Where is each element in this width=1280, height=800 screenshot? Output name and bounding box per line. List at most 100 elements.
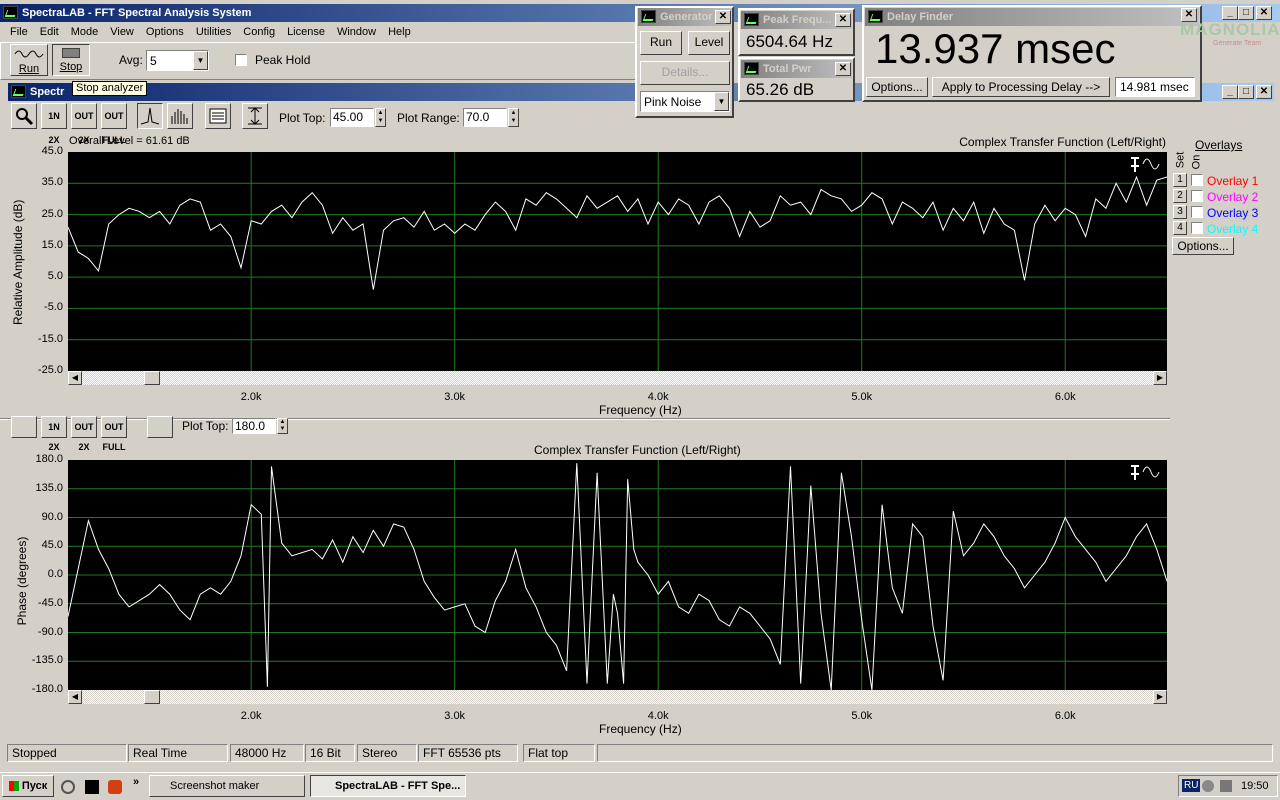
phase-plot[interactable] [68, 460, 1167, 690]
quicklaunch-more-icon[interactable]: » [133, 776, 139, 788]
phase-zoom-out-full-icon[interactable]: OUT FULL [101, 416, 127, 452]
overlay-set-button-1[interactable]: 1 [1173, 173, 1187, 187]
overlay-label-1: Overlay 1 [1207, 174, 1259, 188]
overlay-on-checkbox-3[interactable] [1191, 206, 1203, 218]
menu-item-view[interactable]: View [104, 23, 140, 41]
scroll-left-arrow-icon[interactable]: ◀ [68, 371, 82, 385]
vertical-scale-icon[interactable] [242, 103, 268, 129]
stop-button[interactable]: Stop [52, 44, 90, 76]
menu-item-config[interactable]: Config [237, 23, 281, 41]
overall-level-label: Overall Level = 61.61 dB [69, 135, 190, 147]
language-indicator[interactable]: RU [1182, 779, 1201, 792]
menu-item-utilities[interactable]: Utilities [190, 23, 237, 41]
phase-zoom-in-2x-icon[interactable]: 1N 2X [41, 416, 67, 452]
overlays-options-button[interactable]: Options... [1172, 237, 1234, 255]
delay-field[interactable]: 14.981 msec [1115, 77, 1195, 97]
generator-close-button[interactable]: ✕ [715, 10, 731, 24]
delay-value: 13.937 msec [875, 25, 1116, 72]
plot-range-spinner[interactable]: ▲ ▼ [508, 108, 519, 127]
menu-item-edit[interactable]: Edit [34, 23, 65, 41]
zoom-in-2x-icon[interactable]: 1N 2X [41, 103, 67, 145]
generator-run-button[interactable]: Run [640, 31, 682, 55]
amplitude-horizontal-scrollbar[interactable]: ◀ ▶ [68, 371, 1167, 385]
watermark-subtitle: Generate Team [1213, 40, 1262, 47]
run-button[interactable]: Run [10, 44, 48, 76]
peak-hold-checkbox[interactable] [235, 54, 247, 66]
plot-range-input[interactable]: 70.0 [463, 108, 507, 127]
start-button[interactable]: Пуск [2, 775, 54, 797]
clock[interactable]: 19:50 [1241, 780, 1269, 792]
plot-top2-value: 180.0 [235, 419, 266, 433]
child-maximize-button[interactable]: □ [1238, 85, 1254, 99]
avg-select[interactable]: 5 ▼ [146, 50, 209, 71]
menu-item-options[interactable]: Options [140, 23, 190, 41]
phase-horizontal-scrollbar[interactable]: ◀ ▶ [68, 690, 1167, 704]
quicklaunch-media-icon[interactable] [108, 780, 122, 794]
main-maximize-button[interactable]: □ [1238, 6, 1254, 20]
plot-range-value: 70.0 [466, 110, 490, 124]
zoom-out-full-icon[interactable]: OUT FULL [101, 103, 127, 145]
apply-processing-delay-button[interactable]: Apply to Processing Delay --> [932, 77, 1110, 97]
phase-plot-properties-icon[interactable] [147, 416, 173, 438]
menu-item-license[interactable]: License [281, 23, 331, 41]
menu-item-window[interactable]: Window [331, 23, 382, 41]
tray-volume-icon[interactable] [1220, 780, 1232, 792]
generator-signal-select[interactable]: Pink Noise ▼ [640, 91, 730, 112]
delay-options-button[interactable]: Options... [866, 77, 928, 97]
delay-finder-title-bar[interactable]: Delay Finder [865, 8, 1199, 26]
generator-level-button[interactable]: Level [688, 31, 730, 55]
y-tick-label: 5.0 [47, 270, 63, 283]
bar-plot-icon[interactable] [167, 103, 193, 129]
plot-top-input[interactable]: 45.00 [330, 108, 374, 127]
menu-item-help[interactable]: Help [382, 23, 417, 41]
plot-properties-icon[interactable] [205, 103, 231, 129]
task-spectralab[interactable]: SpectraLAB - FFT Spe... [310, 775, 466, 797]
total-power-close-button[interactable]: ✕ [835, 62, 851, 76]
overlay-on-checkbox-2[interactable] [1191, 190, 1203, 202]
plot-top2-spinner[interactable]: ▲ ▼ [277, 418, 288, 434]
plot-top-spinner[interactable]: ▲ ▼ [375, 108, 386, 127]
plot-top2-input[interactable]: 180.0 [232, 418, 276, 434]
menu-item-mode[interactable]: Mode [65, 23, 105, 41]
overlay-label-3: Overlay 3 [1207, 206, 1259, 220]
avg-label: Avg: [119, 53, 143, 67]
scroll-thumb[interactable] [144, 371, 160, 385]
task-screenshot-maker[interactable]: Screenshot maker [149, 775, 305, 797]
overlay-set-button-2[interactable]: 2 [1173, 189, 1187, 203]
screenshot-maker-label: Screenshot maker [170, 780, 260, 792]
main-close-button[interactable]: ✕ [1256, 6, 1272, 20]
phase-scroll-right-arrow-icon[interactable]: ▶ [1153, 690, 1167, 704]
overlay-on-checkbox-1[interactable] [1191, 174, 1203, 186]
peak-hold-label: Peak Hold [255, 53, 311, 67]
quicklaunch-spectralab-icon[interactable] [85, 780, 99, 794]
child-close-button[interactable]: ✕ [1256, 85, 1272, 99]
overlay-set-button-4[interactable]: 4 [1173, 221, 1187, 235]
status-cell-6: Flat top [523, 744, 595, 762]
generator-chevron-down-icon[interactable]: ▼ [714, 92, 729, 111]
zoom-magnifier-icon[interactable] [11, 103, 37, 129]
phase-scroll-thumb[interactable] [144, 690, 160, 704]
status-cell-4: Stereo [357, 744, 417, 762]
scroll-right-arrow-icon[interactable]: ▶ [1153, 371, 1167, 385]
peak-frequency-close-button[interactable]: ✕ [835, 13, 851, 27]
menu-item-file[interactable]: File [4, 23, 34, 41]
overlay-set-button-3[interactable]: 3 [1173, 205, 1187, 219]
zoom-out-2x-icon[interactable]: OUT 2X [71, 103, 97, 145]
spectrum-window-icon [11, 85, 26, 98]
tray-network-icon[interactable] [1202, 780, 1214, 792]
main-minimize-button[interactable]: _ [1222, 6, 1238, 20]
amplitude-plot[interactable] [68, 152, 1167, 371]
x-tick-label: 2.0k [240, 391, 262, 403]
phase-zoom-magnifier-icon[interactable] [11, 416, 37, 438]
overlay-on-checkbox-4[interactable] [1191, 222, 1203, 234]
phase-zoom-out-2x-icon[interactable]: OUT 2X [71, 416, 97, 452]
phase-scroll-left-arrow-icon[interactable]: ◀ [68, 690, 82, 704]
quicklaunch-browser-icon[interactable] [61, 780, 75, 794]
plot-divider[interactable] [0, 418, 1170, 420]
language-label: RU [1184, 780, 1199, 791]
amplitude-chart-title: Complex Transfer Function (Left/Right) [959, 135, 1166, 149]
generator-details-button[interactable]: Details... [640, 61, 730, 85]
line-plot-icon[interactable] [137, 103, 163, 129]
chevron-down-icon[interactable]: ▼ [193, 51, 208, 70]
child-minimize-button[interactable]: _ [1222, 85, 1238, 99]
